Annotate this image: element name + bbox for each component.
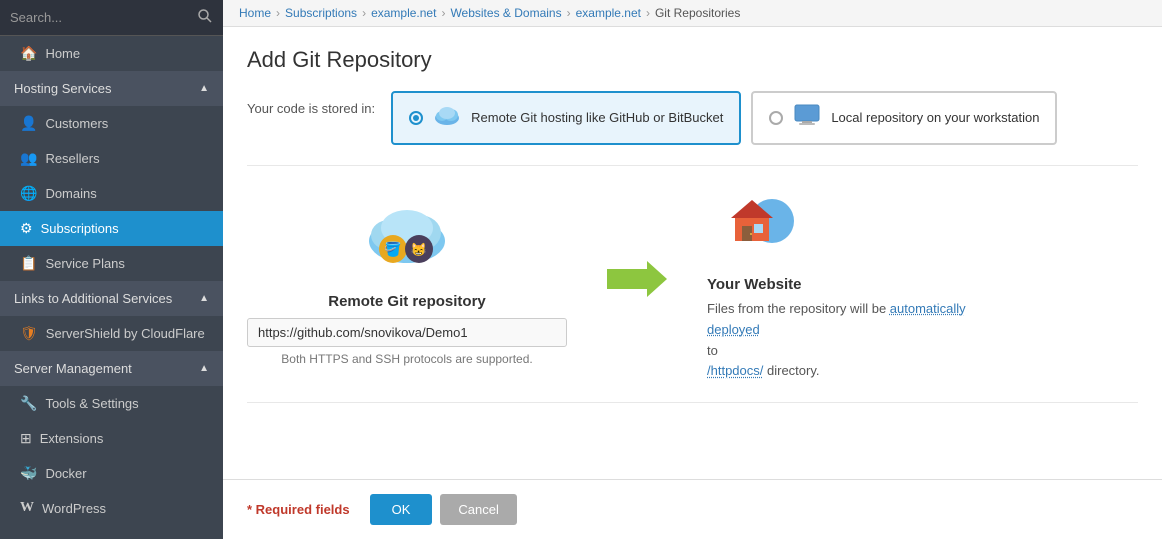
search-bar[interactable] xyxy=(0,0,223,36)
storage-label: Your code is stored in: xyxy=(247,101,375,116)
sidebar-item-subscriptions[interactable]: ⚙ Subscriptions xyxy=(0,211,223,246)
page-title: Add Git Repository xyxy=(247,47,1138,73)
repo-title: Remote Git repository xyxy=(328,293,486,310)
sidebar-item-label: Tools & Settings xyxy=(45,396,138,411)
sidebar-item-domains[interactable]: 🌐 Domains xyxy=(0,176,223,211)
sidebar-item-service-plans[interactable]: 📋 Service Plans xyxy=(0,246,223,281)
breadcrumb-example-net[interactable]: example.net xyxy=(371,6,436,20)
website-desc: Files from the repository will be automa… xyxy=(707,299,967,382)
radio-remote xyxy=(409,111,423,125)
required-text: Required fields xyxy=(256,502,350,517)
sidebar-item-resellers[interactable]: 👥 Resellers xyxy=(0,141,223,176)
required-asterisk: * xyxy=(247,502,256,517)
cancel-button[interactable]: Cancel xyxy=(440,494,516,525)
footer: * Required fields OK Cancel xyxy=(223,479,1162,539)
extensions-icon: ⊞ xyxy=(20,430,32,447)
search-icon xyxy=(197,8,213,27)
breadcrumb-sep: › xyxy=(567,6,571,20)
storage-options: Remote Git hosting like GitHub or BitBuc… xyxy=(391,91,1057,145)
cloud-icon xyxy=(433,104,461,132)
website-desc-3: directory. xyxy=(767,363,820,378)
content-area: Add Git Repository Your code is stored i… xyxy=(223,27,1162,479)
section-label: Links to Additional Services xyxy=(14,291,172,306)
sidebar-item-label: Home xyxy=(45,46,80,61)
subscriptions-icon: ⚙ xyxy=(20,220,33,237)
sidebar-item-home[interactable]: 🏠 Home xyxy=(0,36,223,71)
storage-option-remote[interactable]: Remote Git hosting like GitHub or BitBuc… xyxy=(391,91,741,145)
sidebar-item-label: Domains xyxy=(45,186,96,201)
chevron-up-icon: ▲ xyxy=(199,83,209,94)
sidebar-section-links[interactable]: Links to Additional Services ▲ xyxy=(0,281,223,316)
wordpress-icon: W xyxy=(20,500,34,516)
storage-option-remote-label: Remote Git hosting like GitHub or BitBuc… xyxy=(471,109,723,127)
sidebar-item-docker[interactable]: 🐳 Docker xyxy=(0,456,223,491)
resellers-icon: 👥 xyxy=(20,150,37,167)
section-label: Hosting Services xyxy=(14,81,112,96)
breadcrumb-home[interactable]: Home xyxy=(239,6,271,20)
main-content: Home › Subscriptions › example.net › Web… xyxy=(223,0,1162,539)
breadcrumb-sep: › xyxy=(646,6,650,20)
breadcrumb-sep: › xyxy=(441,6,445,20)
sidebar-item-wordpress[interactable]: W WordPress xyxy=(0,491,223,525)
search-input[interactable] xyxy=(10,10,197,25)
breadcrumb-example-net-2[interactable]: example.net xyxy=(576,6,641,20)
sidebar: 🏠 Home Hosting Services ▲ 👤 Customers 👥 … xyxy=(0,0,223,539)
storage-section: Your code is stored in: Remote Git hosti… xyxy=(247,91,1138,145)
sidebar-item-tools[interactable]: 🔧 Tools & Settings xyxy=(0,386,223,421)
cloud-git-icon: 🪣 😸 xyxy=(357,203,457,283)
website-icon xyxy=(707,186,797,264)
chevron-up-icon: ▲ xyxy=(199,363,209,374)
required-note: * Required fields xyxy=(247,502,350,517)
repo-hint: Both HTTPS and SSH protocols are support… xyxy=(281,352,532,366)
breadcrumb-sep: › xyxy=(362,6,366,20)
section-label: Server Management xyxy=(14,361,132,376)
breadcrumb-subscriptions[interactable]: Subscriptions xyxy=(285,6,357,20)
website-right: Your Website Files from the repository w… xyxy=(707,186,967,382)
httpdocs-link[interactable]: /httpdocs/ xyxy=(707,363,763,378)
sidebar-item-label: Subscriptions xyxy=(41,221,119,236)
tools-icon: 🔧 xyxy=(20,395,37,412)
chevron-up-icon: ▲ xyxy=(199,293,209,304)
svg-text:🪣: 🪣 xyxy=(384,241,401,258)
customers-icon: 👤 xyxy=(20,115,37,132)
sidebar-item-extensions[interactable]: ⊞ Extensions xyxy=(0,421,223,456)
sidebar-section-hosting[interactable]: Hosting Services ▲ xyxy=(0,71,223,106)
website-desc-2: to xyxy=(707,343,718,358)
breadcrumb: Home › Subscriptions › example.net › Web… xyxy=(223,0,1162,27)
breadcrumb-current: Git Repositories xyxy=(655,6,740,20)
sidebar-item-servershield[interactable]: 🛡 ServerShield by CloudFlare xyxy=(0,316,223,351)
breadcrumb-websites-domains[interactable]: Websites & Domains xyxy=(450,6,561,20)
repo-left: 🪣 😸 Remote Git repository Both HTTPS and… xyxy=(247,203,567,366)
sidebar-item-label: ServerShield by CloudFlare xyxy=(46,326,205,341)
sidebar-item-label: Resellers xyxy=(45,151,99,166)
sidebar-section-server-mgmt[interactable]: Server Management ▲ xyxy=(0,351,223,386)
domains-icon: 🌐 xyxy=(20,185,37,202)
sidebar-item-label: WordPress xyxy=(42,501,106,516)
docker-icon: 🐳 xyxy=(20,465,37,482)
radio-local xyxy=(769,111,783,125)
svg-text:😸: 😸 xyxy=(411,242,427,257)
service-plans-icon: 📋 xyxy=(20,255,37,272)
sidebar-item-label: Customers xyxy=(45,116,108,131)
home-icon: 🏠 xyxy=(20,45,37,62)
servershield-icon: 🛡 xyxy=(20,325,38,342)
sidebar-item-label: Extensions xyxy=(40,431,104,446)
website-title: Your Website xyxy=(707,276,801,293)
monitor-icon xyxy=(793,103,821,133)
storage-option-local-label: Local repository on your workstation xyxy=(831,109,1039,127)
website-desc-1: Files from the repository will be xyxy=(707,301,886,316)
breadcrumb-sep: › xyxy=(276,6,280,20)
deploy-arrow xyxy=(567,259,707,309)
repo-area: 🪣 😸 Remote Git repository Both HTTPS and… xyxy=(247,165,1138,403)
sidebar-item-customers[interactable]: 👤 Customers xyxy=(0,106,223,141)
storage-option-local[interactable]: Local repository on your workstation xyxy=(751,91,1057,145)
sidebar-item-label: Service Plans xyxy=(45,256,124,271)
sidebar-item-label: Docker xyxy=(45,466,86,481)
ok-button[interactable]: OK xyxy=(370,494,433,525)
repo-url-input[interactable] xyxy=(247,318,567,347)
